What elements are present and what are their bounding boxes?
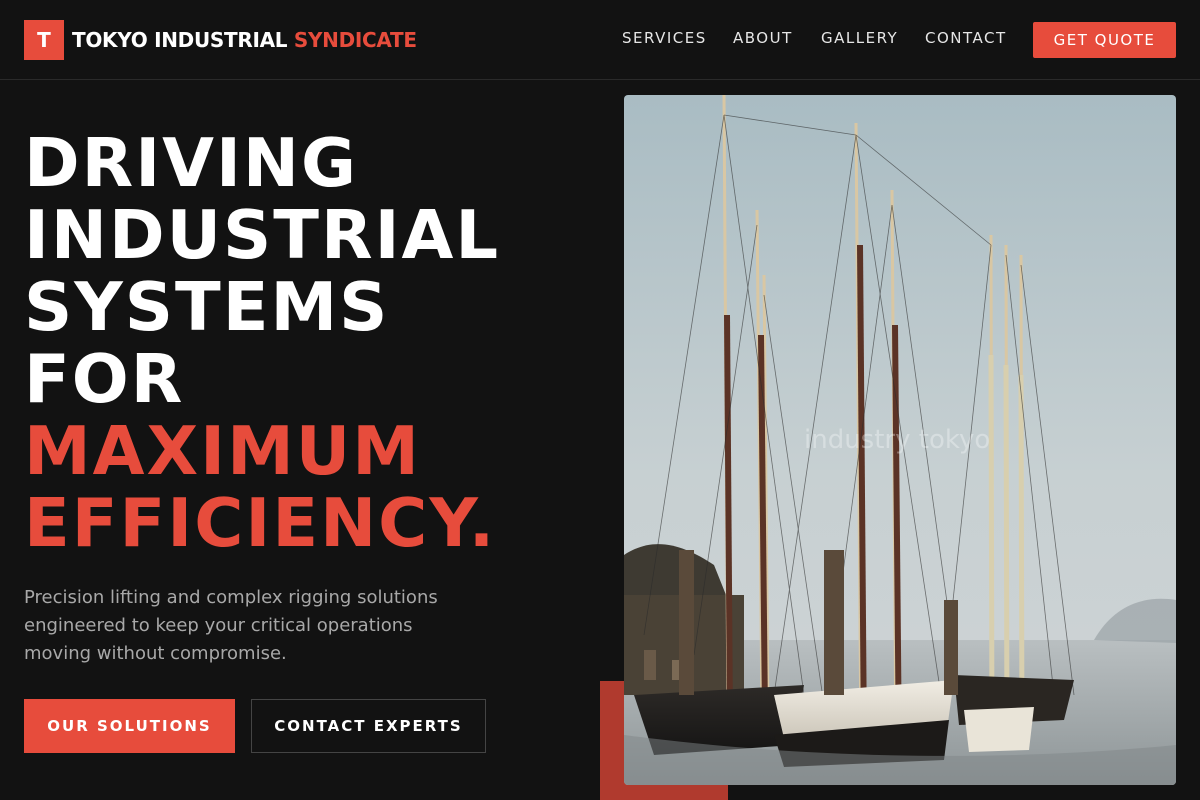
- hero-title-line: SYSTEMS: [24, 268, 390, 346]
- nav-services-link[interactable]: SERVICES: [622, 29, 707, 47]
- hero-title-accent-line: MAXIMUM: [24, 412, 421, 490]
- hero-image-tall-ships: industry tokyo: [624, 95, 1176, 785]
- hero-title-line: INDUSTRIAL: [24, 196, 501, 274]
- logo-letter: T: [37, 28, 51, 52]
- contact-experts-button[interactable]: CONTACT EXPERTS: [251, 699, 486, 753]
- logo-mark[interactable]: T: [24, 20, 64, 60]
- get-quote-button[interactable]: GET QUOTE: [1033, 22, 1176, 58]
- image-watermark: industry tokyo: [804, 425, 991, 455]
- hero-title-accent-line: EFFICIENCY.: [24, 484, 497, 562]
- brand-name-main: TOKYO INDUSTRIAL: [72, 28, 288, 52]
- nav-about-link[interactable]: ABOUT: [733, 29, 793, 47]
- nav-gallery-link[interactable]: GALLERY: [821, 29, 898, 47]
- site-header: T TOKYO INDUSTRIAL SYNDICATE SERVICES AB…: [0, 0, 1200, 80]
- nav-contact-link[interactable]: CONTACT: [925, 29, 1007, 47]
- hero-subtitle: Precision lifting and complex rigging so…: [24, 587, 438, 664]
- brand-name[interactable]: TOKYO INDUSTRIAL SYNDICATE: [72, 28, 417, 52]
- hero-title-line: DRIVING: [24, 124, 358, 202]
- hero-title: DRIVING INDUSTRIAL SYSTEMS FOR MAXIMUM E…: [24, 127, 500, 559]
- brand-name-accent: SYNDICATE: [293, 28, 417, 52]
- our-solutions-button[interactable]: OUR SOLUTIONS: [24, 699, 235, 753]
- hero-title-line: FOR: [24, 340, 185, 418]
